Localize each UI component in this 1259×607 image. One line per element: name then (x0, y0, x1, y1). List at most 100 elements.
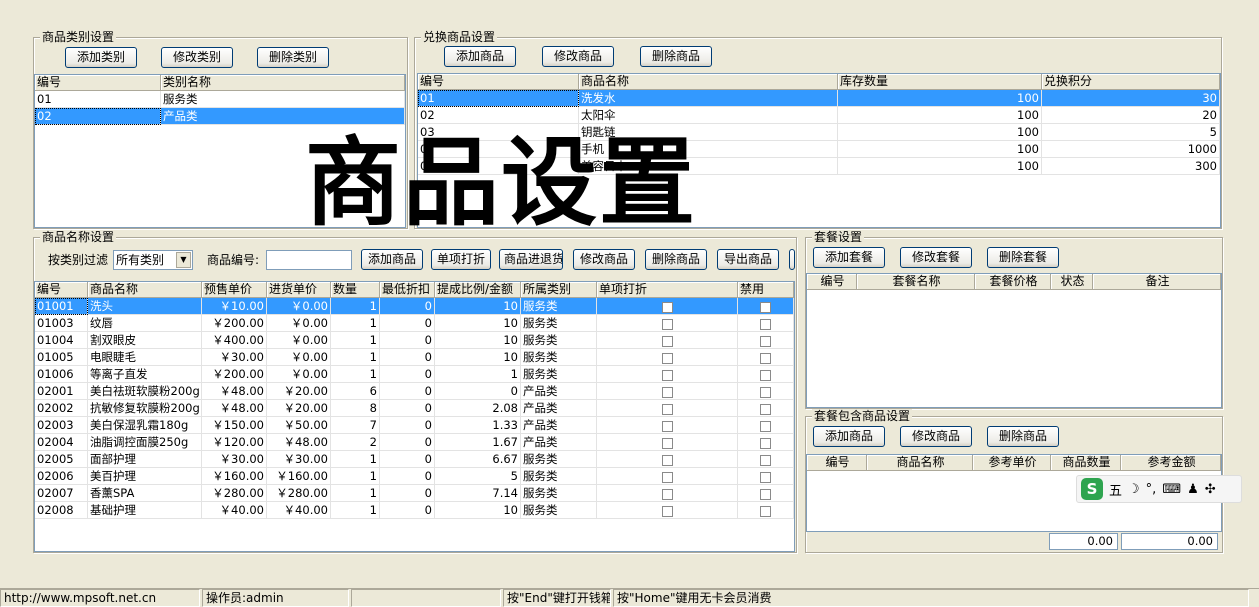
more-button[interactable] (789, 249, 795, 270)
package-grid[interactable]: 编号 套餐名称 套餐价格 状态 备注 (806, 273, 1222, 408)
category-filter-select[interactable]: 所有类别 ▼ (113, 250, 193, 270)
item-discount-checkbox[interactable] (661, 506, 673, 517)
col-header[interactable]: 商品名称 (88, 282, 202, 297)
table-row[interactable]: 02001 美白祛斑软膜粉200g ￥48.00 ￥20.00 6 0 0 产品类 (35, 383, 794, 400)
table-row-selected[interactable]: 01001 洗头 ￥10.00 ￥0.00 1 0 10 服务类 (35, 298, 794, 315)
disabled-checkbox[interactable] (760, 387, 771, 398)
table-row[interactable]: 02004 油脂调控面膜250g ￥120.00 ￥48.00 2 0 1.67 产品类 (35, 434, 794, 451)
col-header[interactable]: 商品数量 (1051, 455, 1121, 470)
col-header[interactable]: 提成比例/金额 (435, 282, 521, 297)
table-row[interactable]: 02007 香薰SPA ￥280.00 ￥280.00 1 0 7.14 服务类 (35, 485, 794, 502)
disabled-checkbox[interactable] (760, 472, 771, 483)
delete-product-button[interactable]: 删除商品 (645, 249, 707, 270)
col-header[interactable]: 所属类别 (521, 282, 597, 297)
item-discount-button[interactable]: 单项打折 (431, 249, 491, 270)
item-discount-checkbox[interactable] (661, 336, 673, 347)
disabled-checkbox[interactable] (760, 506, 771, 517)
table-row[interactable]: 02002 抗敏修复软膜粉200g ￥48.00 ￥20.00 8 0 2.08 产品类 (35, 400, 794, 417)
item-discount-checkbox[interactable] (661, 387, 673, 398)
item-discount-checkbox[interactable] (661, 438, 673, 449)
col-header[interactable]: 编号 (35, 75, 161, 90)
col-header[interactable]: 套餐名称 (857, 274, 975, 289)
item-discount-checkbox[interactable] (661, 455, 673, 466)
table-row-selected[interactable]: 01 洗发水 100 30 (418, 90, 1220, 107)
col-header[interactable]: 编号 (807, 455, 867, 470)
table-row[interactable]: 01003 纹唇 ￥200.00 ￥0.00 1 0 10 服务类 (35, 315, 794, 332)
col-header[interactable]: 编号 (35, 282, 88, 297)
item-discount-checkbox[interactable] (661, 421, 673, 432)
table-row[interactable]: 02008 基础护理 ￥40.00 ￥40.00 1 0 10 服务类 (35, 502, 794, 519)
table-row[interactable]: 02003 美白保湿乳霜180g ￥150.00 ￥50.00 7 0 1.33 产品类 (35, 417, 794, 434)
moon-icon[interactable]: ☽ (1128, 482, 1140, 497)
edit-product-button[interactable]: 修改商品 (573, 249, 635, 270)
col-header[interactable]: 预售单价 (202, 282, 267, 297)
item-discount-checkbox[interactable] (661, 353, 673, 364)
export-product-button[interactable]: 导出商品 (717, 249, 779, 270)
grid-icon[interactable]: ✣ (1205, 482, 1216, 497)
col-header[interactable]: 禁用 (738, 282, 794, 297)
item-discount-checkbox[interactable] (661, 370, 673, 381)
col-header[interactable]: 商品名称 (579, 74, 838, 89)
disabled-checkbox[interactable] (760, 438, 771, 449)
col-header[interactable]: 编号 (807, 274, 857, 289)
add-product-button[interactable]: 添加商品 (361, 249, 423, 270)
table-row[interactable]: 02006 美百护理 ￥160.00 ￥160.00 1 0 5 服务类 (35, 468, 794, 485)
ime-mode-label[interactable]: 五 (1109, 480, 1122, 499)
col-header[interactable]: 状态 (1051, 274, 1093, 289)
disabled-checkbox[interactable] (760, 404, 771, 415)
table-row-selected[interactable]: 02 产品类 (35, 108, 405, 125)
col-header[interactable]: 兑换积分 (1042, 74, 1220, 89)
table-row[interactable]: 02005 面部护理 ￥30.00 ￥30.00 1 0 6.67 服务类 (35, 451, 794, 468)
add-category-button[interactable]: 添加类别 (65, 47, 137, 68)
keyboard-icon[interactable]: ⌨ (1162, 482, 1181, 497)
col-header[interactable]: 进货单价 (267, 282, 331, 297)
disabled-checkbox[interactable] (760, 489, 771, 500)
col-header[interactable]: 数量 (331, 282, 380, 297)
delete-category-button[interactable]: 删除类别 (257, 47, 329, 68)
item-discount-checkbox[interactable] (661, 302, 673, 313)
item-discount-checkbox[interactable] (661, 319, 673, 330)
disabled-checkbox[interactable] (760, 302, 771, 313)
item-discount-checkbox[interactable] (661, 489, 673, 500)
disabled-checkbox[interactable] (760, 353, 771, 364)
sogou-logo-icon[interactable]: S (1081, 478, 1103, 500)
disabled-checkbox[interactable] (760, 336, 771, 347)
table-row[interactable]: 02 太阳伞 100 20 (418, 107, 1220, 124)
delete-exchange-button[interactable]: 删除商品 (640, 46, 712, 67)
table-row[interactable]: 01 服务类 (35, 91, 405, 108)
col-header[interactable]: 套餐价格 (975, 274, 1051, 289)
disabled-checkbox[interactable] (760, 370, 771, 381)
col-header[interactable]: 最低折扣 (380, 282, 435, 297)
table-row[interactable]: 01006 等离子直发 ￥200.00 ￥0.00 1 0 1 服务类 (35, 366, 794, 383)
ime-toolbar[interactable]: S 五 ☽ °, ⌨ ♟ ✣ (1076, 475, 1242, 503)
stock-in-out-button[interactable]: 商品进退货 (499, 249, 563, 270)
punctuation-icon[interactable]: °, (1146, 482, 1157, 497)
edit-exchange-button[interactable]: 修改商品 (542, 46, 614, 67)
delete-package-item-button[interactable]: 删除商品 (987, 426, 1059, 447)
col-header[interactable]: 备注 (1093, 274, 1221, 289)
table-row[interactable]: 01005 电眼睫毛 ￥30.00 ￥0.00 1 0 10 服务类 (35, 349, 794, 366)
add-package-button[interactable]: 添加套餐 (813, 247, 885, 268)
col-header[interactable]: 编号 (418, 74, 579, 89)
col-header[interactable]: 参考单价 (973, 455, 1051, 470)
add-exchange-button[interactable]: 添加商品 (444, 46, 516, 67)
edit-package-item-button[interactable]: 修改商品 (900, 426, 972, 447)
add-package-item-button[interactable]: 添加商品 (813, 426, 885, 447)
disabled-checkbox[interactable] (760, 319, 771, 330)
col-header[interactable]: 商品名称 (867, 455, 973, 470)
edit-category-button[interactable]: 修改类别 (161, 47, 233, 68)
user-icon[interactable]: ♟ (1187, 482, 1199, 497)
delete-package-button[interactable]: 删除套餐 (987, 247, 1059, 268)
product-grid[interactable]: 编号 商品名称 预售单价 进货单价 数量 最低折扣 提成比例/金额 所属类别 单… (34, 281, 795, 552)
item-discount-checkbox[interactable] (661, 472, 673, 483)
item-discount-checkbox[interactable] (661, 404, 673, 415)
disabled-checkbox[interactable] (760, 421, 771, 432)
disabled-checkbox[interactable] (760, 455, 771, 466)
col-header[interactable]: 参考金额 (1121, 455, 1221, 470)
edit-package-button[interactable]: 修改套餐 (900, 247, 972, 268)
col-header[interactable]: 单项打折 (597, 282, 738, 297)
col-header[interactable]: 库存数量 (838, 74, 1042, 89)
col-header[interactable]: 类别名称 (161, 75, 405, 90)
chevron-down-icon[interactable]: ▼ (176, 252, 191, 268)
table-row[interactable]: 01004 割双眼皮 ￥400.00 ￥0.00 1 0 10 服务类 (35, 332, 794, 349)
